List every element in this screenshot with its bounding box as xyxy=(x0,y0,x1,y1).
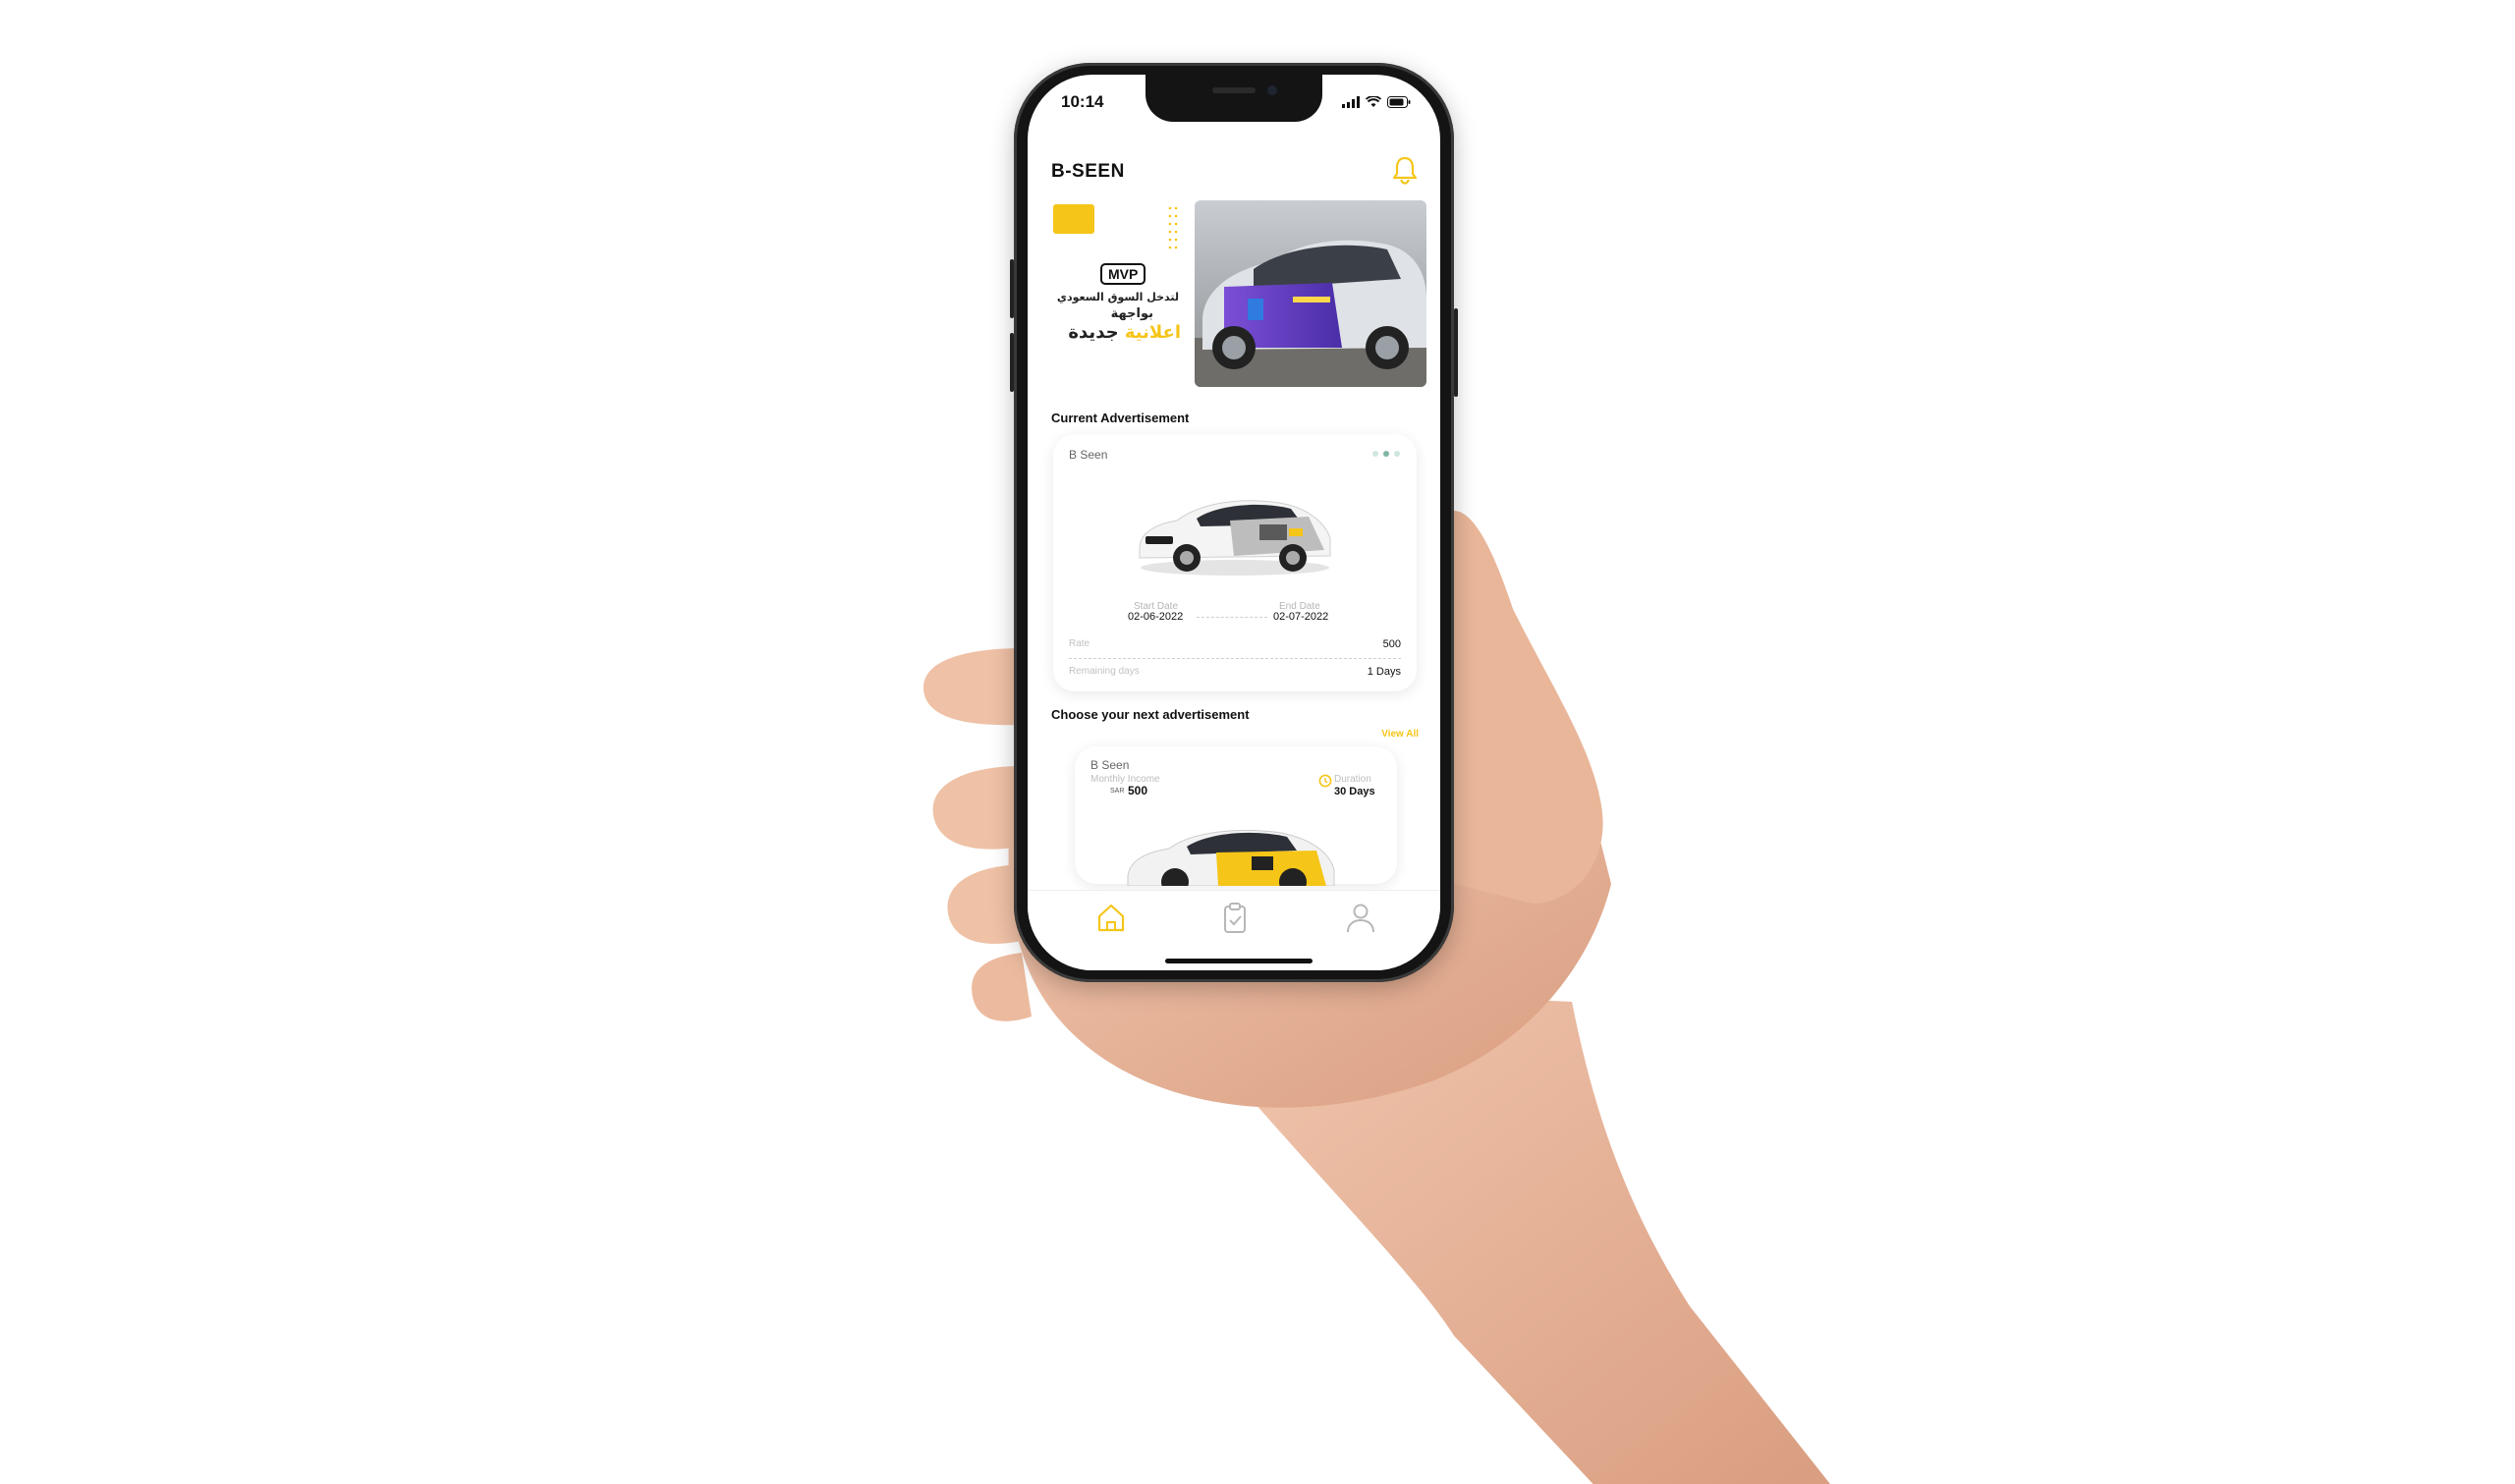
power-button xyxy=(1454,308,1458,397)
dots-decoration xyxy=(1168,206,1178,249)
phone-frame: 10:14 B-SEEN MVP لتدخل السوق السعودي بوا… xyxy=(1010,63,1458,982)
currency-label: SAR xyxy=(1110,788,1125,795)
monthly-income-label: Monthly Income xyxy=(1090,774,1160,785)
promo-line-1: لتدخل السوق السعودي xyxy=(1056,291,1179,303)
notch xyxy=(1146,75,1322,122)
current-ad-title: Current Advertisement xyxy=(1051,411,1190,425)
wrapped-suv-image xyxy=(1127,829,1335,886)
promo-text-panel: MVP لتدخل السوق السعودي بواجهة اعلانية ج… xyxy=(1028,200,1195,389)
duration-label: Duration xyxy=(1334,774,1371,785)
rate-divider xyxy=(1069,658,1401,659)
clipboard-check-icon[interactable] xyxy=(1218,901,1252,934)
next-ad-card[interactable]: B Seen Monthly Income SAR 500 Duration 3… xyxy=(1075,746,1397,886)
promo-line-3: اعلانية جديدة xyxy=(1041,322,1181,343)
view-all-link[interactable]: View All xyxy=(1381,729,1419,740)
signal-icon xyxy=(1342,96,1360,108)
promo-line-3-rest: جديدة xyxy=(1068,322,1119,343)
home-indicator[interactable] xyxy=(1165,959,1313,963)
promo-banner[interactable]: MVP لتدخل السوق السعودي بواجهة اعلانية ج… xyxy=(1028,200,1440,389)
start-date-value: 02-06-2022 xyxy=(1128,611,1184,623)
app-screen: 10:14 B-SEEN MVP لتدخل السوق السعودي بوا… xyxy=(1028,75,1440,970)
wifi-icon xyxy=(1366,96,1381,107)
current-ad-card[interactable]: B Seen Start Date 02-06-2022 End Date 02… xyxy=(1053,434,1417,691)
yellow-tag xyxy=(1053,204,1094,234)
mvp-badge: MVP xyxy=(1100,263,1146,285)
app-brand-title: B-SEEN xyxy=(1051,161,1125,182)
user-icon[interactable] xyxy=(1344,901,1377,934)
remaining-days-label: Remaining days xyxy=(1069,666,1140,677)
clock-icon xyxy=(1318,774,1332,788)
status-time: 10:14 xyxy=(1061,92,1104,111)
end-date-value: 02-07-2022 xyxy=(1273,611,1329,623)
current-ad-owner: B Seen xyxy=(1069,448,1108,462)
rate-value: 500 xyxy=(1382,638,1401,650)
monthly-income-value: 500 xyxy=(1128,784,1148,797)
wrapped-sedan-image xyxy=(1139,500,1331,576)
promo-line-2: بواجهة xyxy=(1110,306,1153,321)
page-dots-indicator xyxy=(1372,451,1400,457)
home-icon[interactable] xyxy=(1094,901,1128,934)
banner-car-photo xyxy=(1195,200,1426,387)
bell-icon[interactable] xyxy=(1391,155,1419,185)
rate-label: Rate xyxy=(1069,638,1090,649)
speaker xyxy=(1212,87,1256,93)
status-icons xyxy=(1342,96,1411,108)
next-ad-owner: B Seen xyxy=(1090,758,1130,772)
battery-icon xyxy=(1387,96,1411,108)
front-camera xyxy=(1267,85,1277,95)
promo-highlight: اعلانية xyxy=(1124,322,1181,343)
app-bar: B-SEEN xyxy=(1028,151,1440,191)
next-ad-title: Choose your next advertisement xyxy=(1051,707,1250,722)
remaining-days-value: 1 Days xyxy=(1367,666,1401,678)
duration-value: 30 Days xyxy=(1334,786,1375,797)
volume-down-button xyxy=(1010,333,1014,392)
date-divider xyxy=(1197,617,1267,618)
volume-up-button xyxy=(1010,259,1014,318)
